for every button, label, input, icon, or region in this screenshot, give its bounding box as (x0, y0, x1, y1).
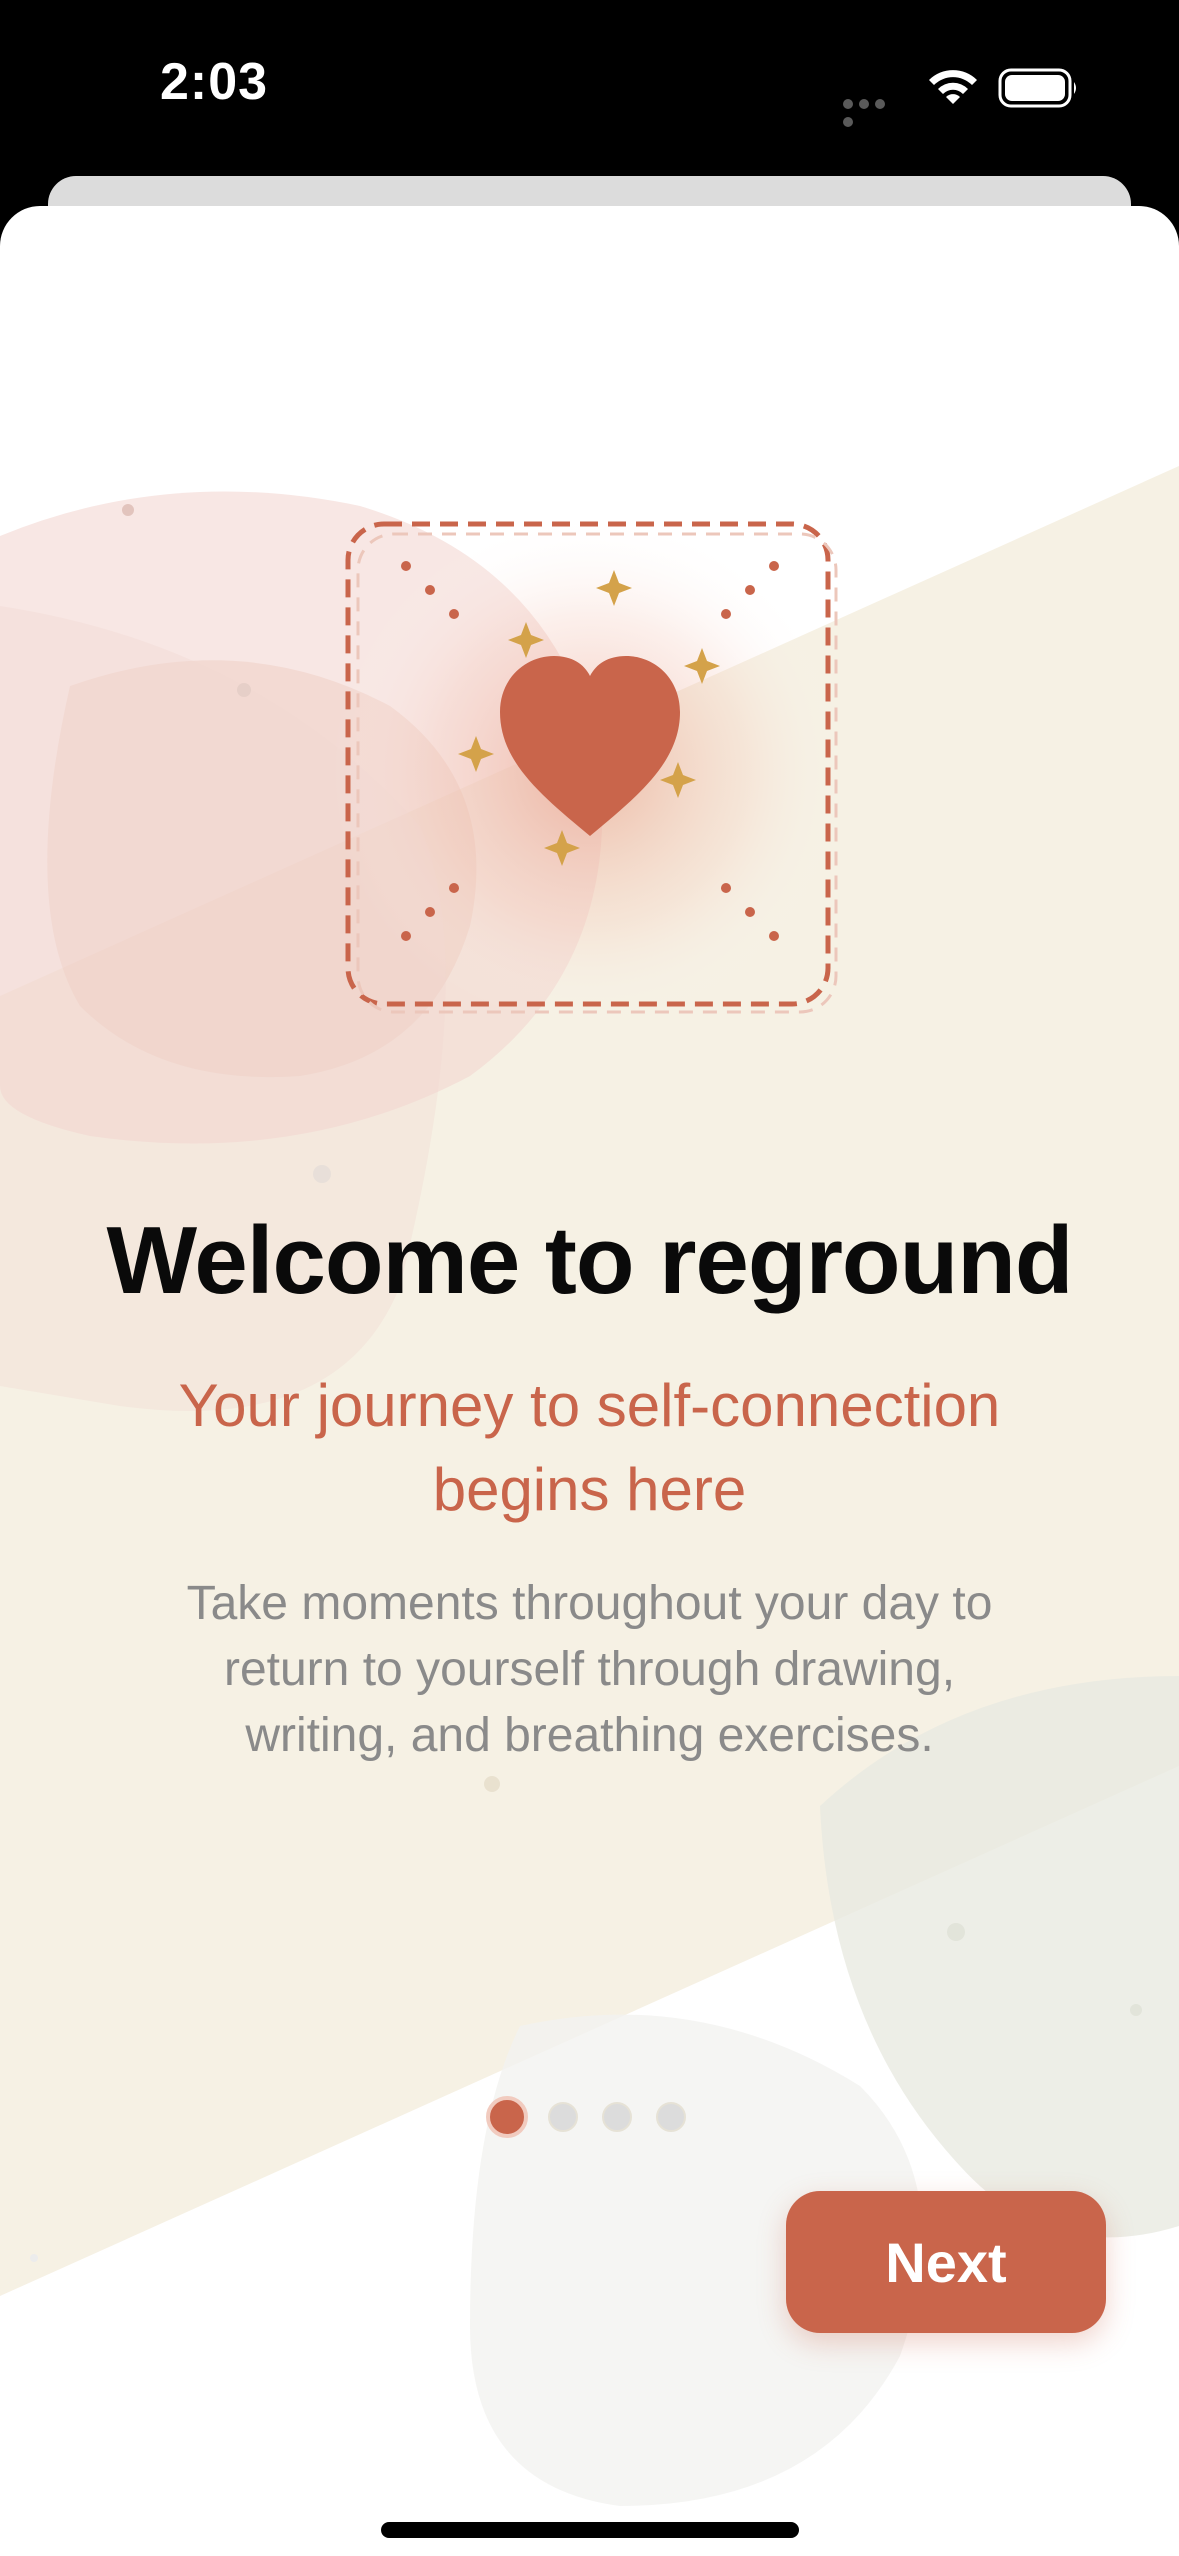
status-bar: 2:03 (0, 0, 1179, 176)
heart-illustration (345, 521, 838, 1014)
page-description: Take moments throughout your day to retu… (186, 1577, 993, 1762)
page-dot-4[interactable] (656, 2102, 686, 2132)
page-subtitle: Your journey to self-connection begins h… (178, 1372, 1001, 1523)
page-title: Welcome to reground (106, 1207, 1074, 1314)
heart-icon (500, 656, 680, 836)
status-time: 2:03 (160, 53, 269, 111)
page-dot-2[interactable] (548, 2102, 578, 2132)
onboarding-sheet: Welcome to reground Your journey to self… (0, 206, 1179, 2556)
cellular-signal-icon (843, 96, 903, 127)
battery-icon (998, 68, 1076, 108)
page-indicator[interactable] (486, 2096, 696, 2140)
home-indicator[interactable] (381, 2522, 799, 2538)
page-dot-3[interactable] (602, 2102, 632, 2132)
app-screen: 2:03 Welcome to reground Your journey to… (0, 0, 1179, 2556)
page-dot-1[interactable] (486, 2096, 528, 2138)
next-button[interactable]: Next (786, 2191, 1106, 2333)
wifi-icon (929, 70, 977, 104)
